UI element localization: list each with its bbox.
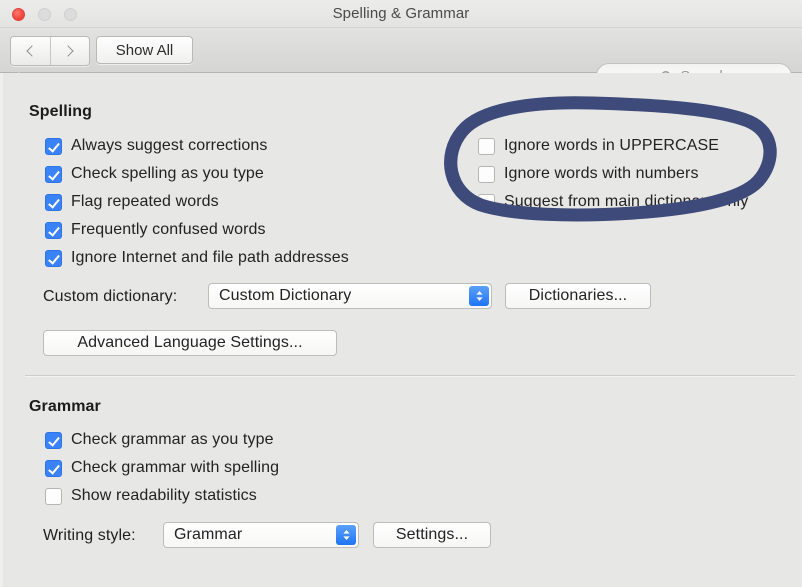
checkbox-check-spelling-as-you-type[interactable] — [45, 165, 62, 183]
checkbox-ignore-words-in-uppercase[interactable] — [478, 137, 495, 155]
forward-button[interactable] — [50, 37, 89, 65]
checkbox-label: Check grammar with spelling — [71, 459, 280, 476]
checkbox-label: Flag repeated words — [71, 193, 219, 210]
window-title: Spelling & Grammar — [332, 5, 470, 22]
checkbox-label: Check spelling as you type — [71, 165, 264, 182]
writing-style-value: Grammar — [174, 526, 243, 543]
preferences-window: Spelling & Grammar Show All Search Spell… — [0, 0, 802, 587]
checkbox-row-ignore-internet-and-file-path-addresses[interactable]: Ignore Internet and file path addresses — [45, 247, 349, 269]
checkbox-row-frequently-confused-words[interactable]: Frequently confused words — [45, 219, 266, 241]
checkbox-always-suggest-corrections[interactable] — [45, 137, 62, 155]
checkbox-label: Show readability statistics — [71, 487, 257, 504]
checkbox-flag-repeated-words[interactable] — [45, 193, 62, 211]
chevron-updown-icon — [469, 286, 489, 306]
toolbar: Show All Search — [0, 28, 802, 95]
show-all-button[interactable]: Show All — [96, 36, 193, 64]
checkbox-row-flag-repeated-words[interactable]: Flag repeated words — [45, 191, 219, 213]
checkbox-row-always-suggest-corrections[interactable]: Always suggest corrections — [45, 135, 267, 157]
chevron-right-icon — [62, 45, 74, 57]
custom-dictionary-label: Custom dictionary: — [43, 288, 178, 305]
checkbox-frequently-confused-words[interactable] — [45, 221, 62, 239]
checkbox-check-grammar-with-spelling[interactable] — [45, 459, 62, 477]
checkbox-row-suggest-from-main-dictionary-only[interactable]: Suggest from main dictionary only — [478, 191, 748, 213]
writing-style-label: Writing style: — [43, 527, 136, 544]
checkbox-row-ignore-words-in-uppercase[interactable]: Ignore words in UPPERCASE — [478, 135, 719, 157]
custom-dictionary-value: Custom Dictionary — [219, 287, 352, 304]
back-button[interactable] — [11, 37, 51, 65]
checkbox-label: Suggest from main dictionary only — [504, 193, 749, 210]
preferences-content: Spelling Always suggest corrections Chec… — [0, 73, 802, 587]
checkbox-ignore-words-with-numbers[interactable] — [478, 165, 495, 183]
section-divider — [25, 375, 795, 377]
custom-dictionary-select[interactable]: Custom Dictionary — [208, 283, 492, 309]
checkbox-row-check-grammar-as-you-type[interactable]: Check grammar as you type — [45, 429, 274, 451]
dictionaries-button[interactable]: Dictionaries... — [505, 283, 651, 309]
checkbox-label: Ignore words with numbers — [504, 165, 699, 182]
checkbox-label: Check grammar as you type — [71, 431, 274, 448]
checkbox-show-readability-statistics[interactable] — [45, 487, 62, 505]
checkbox-ignore-internet-and-file-path-addresses[interactable] — [45, 249, 62, 267]
checkbox-check-grammar-as-you-type[interactable] — [45, 431, 62, 449]
checkbox-row-check-spelling-as-you-type[interactable]: Check spelling as you type — [45, 163, 264, 185]
settings-button[interactable]: Settings... — [373, 522, 491, 548]
checkbox-row-check-grammar-with-spelling[interactable]: Check grammar with spelling — [45, 457, 279, 479]
checkbox-row-ignore-words-with-numbers[interactable]: Ignore words with numbers — [478, 163, 699, 185]
checkbox-label: Ignore Internet and file path addresses — [71, 249, 349, 266]
checkbox-label: Frequently confused words — [71, 221, 266, 238]
grammar-section-heading: Grammar — [29, 398, 101, 415]
checkbox-label: Ignore words in UPPERCASE — [504, 137, 720, 154]
checkbox-label: Always suggest corrections — [71, 137, 268, 154]
checkbox-suggest-from-main-dictionary-only[interactable] — [478, 193, 495, 211]
advanced-language-settings-button[interactable]: Advanced Language Settings... — [43, 330, 337, 356]
writing-style-select[interactable]: Grammar — [163, 522, 359, 548]
title-bar: Spelling & Grammar — [0, 0, 802, 28]
chevron-left-icon — [26, 45, 38, 57]
spelling-section-heading: Spelling — [29, 103, 93, 120]
checkbox-row-show-readability-statistics[interactable]: Show readability statistics — [45, 485, 257, 507]
navigation-segmented-control[interactable] — [10, 36, 90, 66]
chevron-updown-icon — [336, 525, 356, 545]
